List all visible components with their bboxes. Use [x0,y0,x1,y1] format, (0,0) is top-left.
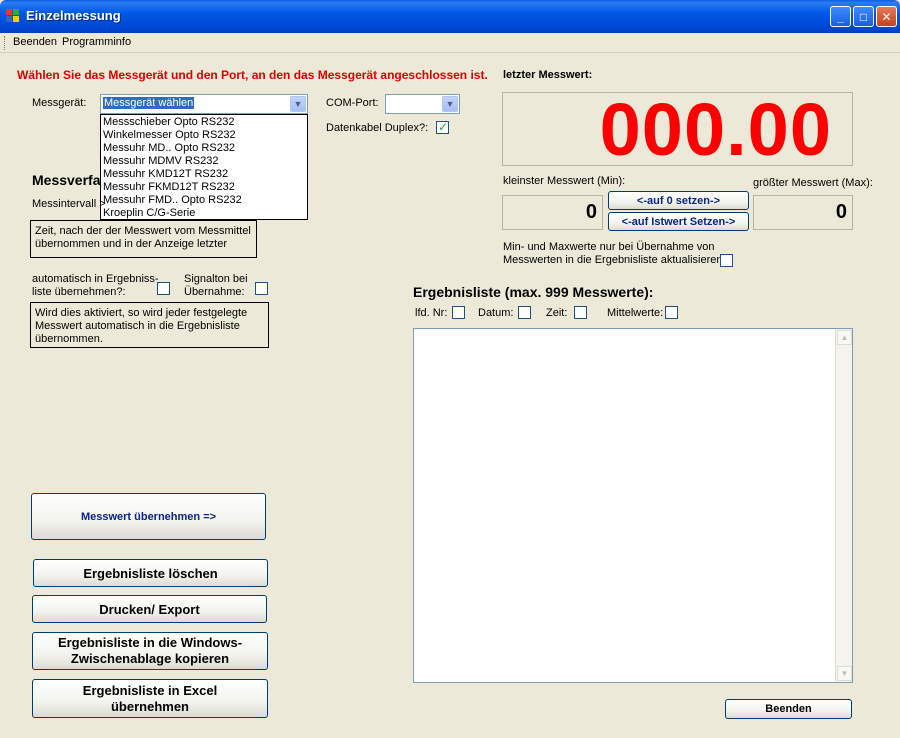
device-option[interactable]: Messuhr MD.. Opto RS232 [101,142,307,155]
title-bar[interactable]: Einzelmessung _ □ ✕ [0,0,900,33]
set-actual-button[interactable]: <-auf Istwert Setzen-> [608,212,749,231]
col-zeit-label: Zeit: [546,307,568,319]
auto-transfer-label: automatisch in Ergebniss-liste übernehme… [32,273,159,298]
duplex-checkbox[interactable] [436,120,449,134]
copy-clipboard-button[interactable]: Ergebnisliste in die Windows-Zwischenabl… [32,632,268,670]
minmax-note: Min- und Maxwerte nur bei Übernahme von … [503,241,726,266]
instruction-heading: Wählen Sie das Messgerät und den Port, a… [17,68,488,82]
device-option[interactable]: Kroeplin C/G-Serie [101,207,307,220]
device-dropdown-list: Messschieber Opto RS232 Winkelmesser Opto… [100,114,308,220]
results-scrollbar[interactable]: ▲ ▼ [835,329,852,682]
results-list[interactable]: ▲ ▼ [413,328,853,683]
maximize-button[interactable]: □ [853,6,874,27]
col-zeit-checkbox[interactable] [574,306,587,319]
device-option[interactable]: Messuhr KMD12T RS232 [101,168,307,181]
col-mittel-checkbox[interactable] [665,306,678,319]
window-title: Einzelmessung [26,8,121,23]
interval-label: Messintervall > [32,198,106,210]
device-select-value: Messgerät wählen [103,97,195,109]
device-label: Messgerät: [32,97,87,109]
last-value: 000.00 [599,88,832,171]
clear-results-button[interactable]: Ergebnisliste löschen [33,559,268,587]
minimize-icon: _ [837,9,844,24]
duplex-label: Datenkabel Duplex?: [326,122,429,134]
col-datum-checkbox[interactable] [518,306,531,319]
excel-export-button[interactable]: Ergebnisliste in Excel übernehmen [32,679,268,718]
device-option[interactable]: Messschieber Opto RS232 [101,116,307,129]
max-label: größter Messwert (Max): [753,177,873,189]
col-datum-label: Datum: [478,307,514,319]
app-icon [6,9,20,23]
device-option[interactable]: Messuhr FKMD12T RS232 [101,181,307,194]
scroll-down-icon[interactable]: ▼ [837,666,852,681]
device-select[interactable]: Messgerät wählen ▼ [100,94,308,114]
col-lfd-label: lfd. Nr: [415,307,448,319]
minimize-button[interactable]: _ [830,6,851,27]
signal-tone-label: Signalton bei Übernahme: [184,273,248,298]
method-heading: Messverfa [32,172,101,188]
signal-tone-checkbox[interactable] [255,282,268,295]
take-measurement-button[interactable]: Messwert übernehmen => [31,493,266,540]
com-port-select[interactable]: ▼ [385,94,460,114]
results-heading: Ergebnisliste (max. 999 Messwerte): [413,284,654,300]
maximize-icon: □ [859,9,868,24]
menu-item-beenden[interactable]: Beenden [13,36,57,48]
scroll-up-icon[interactable]: ▲ [837,330,852,345]
max-value-display: 0 [753,195,853,230]
beenden-button[interactable]: Beenden [725,699,852,719]
chevron-down-icon[interactable]: ▼ [442,96,458,112]
menu-item-programminfo[interactable]: Programminfo [62,36,131,48]
close-window-button[interactable]: ✕ [876,6,897,27]
auto-transfer-help-text: Wird dies aktiviert, so wird jeder festg… [30,302,269,348]
minmax-update-checkbox[interactable] [720,254,733,267]
min-label: kleinster Messwert (Min): [503,175,626,187]
min-value: 0 [585,201,597,223]
device-option[interactable]: Messuhr MDMV RS232 [101,155,307,168]
print-export-button[interactable]: Drucken/ Export [32,595,267,623]
auto-transfer-checkbox[interactable] [157,282,170,295]
last-value-label: letzter Messwert: [503,69,593,81]
com-port-label: COM-Port: [326,97,379,109]
chevron-down-icon[interactable]: ▼ [290,96,306,112]
max-value: 0 [835,201,847,223]
col-mittel-label: Mittelwerte: [607,307,664,319]
min-value-display: 0 [502,195,603,230]
device-option[interactable]: Winkelmesser Opto RS232 [101,129,307,142]
device-option[interactable]: Messuhr FMD.. Opto RS232 [101,194,307,207]
menu-grip-icon [4,36,7,50]
col-lfd-checkbox[interactable] [452,306,465,319]
interval-help-text: Zeit, nach der der Messwert vom Messmitt… [30,220,257,258]
close-icon: ✕ [881,9,892,24]
last-value-display: 000.00 [502,88,853,171]
menu-bar: Beenden Programminfo [0,33,900,53]
reset-zero-button[interactable]: <-auf 0 setzen-> [608,191,749,210]
